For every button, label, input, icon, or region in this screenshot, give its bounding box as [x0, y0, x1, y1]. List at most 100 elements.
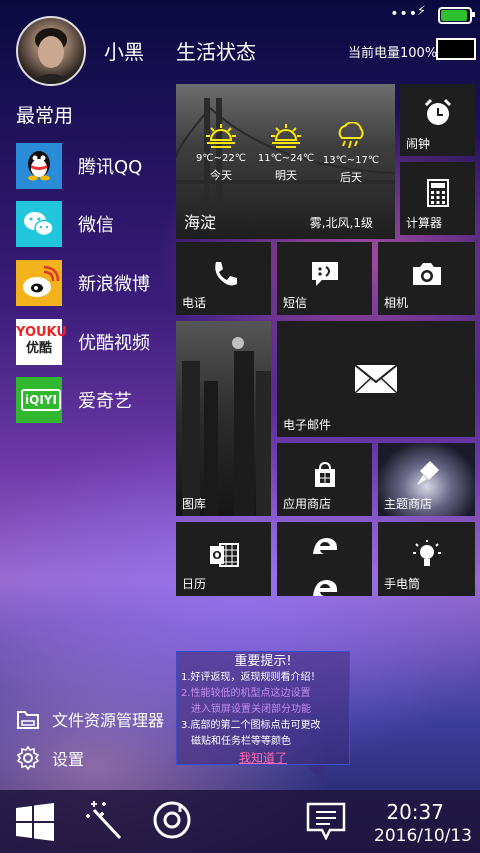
- tip-line: 1.好评返现，返现规则看介绍！: [181, 672, 321, 683]
- clock-time[interactable]: 20:37: [386, 800, 444, 824]
- weather-tile[interactable]: 9℃~22℃ 今天 11℃~24℃ 明天 13℃~17℃ 后天 海淀 雾,北风,…: [176, 84, 395, 239]
- iqiyi-logo: iQIYI: [21, 389, 61, 411]
- tile-label: 计算器: [406, 216, 443, 230]
- alarm-clock-icon: [424, 98, 451, 125]
- battery-icon: [438, 7, 475, 24]
- weather-day: 今天: [210, 169, 232, 182]
- settings-link[interactable]: 设置: [16, 743, 84, 773]
- tile-calendar[interactable]: O 日历: [176, 522, 271, 596]
- tile-label: 相机: [384, 296, 409, 310]
- signal-dots: •••: [390, 6, 418, 22]
- paint-brush-icon: [417, 460, 440, 485]
- sms-icon: [311, 262, 338, 287]
- calculator-icon: [426, 178, 449, 207]
- calendar-icon: O: [209, 542, 239, 567]
- youku-logo-text: YOUKU: [16, 325, 67, 340]
- tile-gallery[interactable]: 图库: [176, 321, 271, 516]
- clock-date[interactable]: 2016/10/13: [374, 826, 472, 846]
- tile-calculator[interactable]: 计算器: [400, 162, 475, 235]
- app-label: 优酷视频: [78, 333, 150, 354]
- app-item-qq[interactable]: 腾讯QQ: [16, 142, 186, 190]
- frequent-apps-title: 最常用: [16, 105, 74, 127]
- tip-line: 2.性能较低的机型点这边设置: [181, 688, 311, 699]
- app-label: 微信: [78, 215, 114, 236]
- store-bag-icon: [314, 462, 335, 488]
- tile-label: 图库: [182, 497, 207, 511]
- weather-temp: 9℃~22℃: [196, 153, 246, 164]
- tile-app-store[interactable]: 应用商店: [277, 443, 372, 516]
- phone-icon: [214, 262, 237, 286]
- sun-icon: [271, 124, 301, 148]
- weibo-icon: [16, 260, 62, 306]
- tile-label: 主题商店: [384, 497, 433, 511]
- rain-icon: [338, 121, 364, 149]
- camera-icon: [412, 263, 441, 286]
- weather-city: 海淀: [184, 213, 217, 232]
- youku-icon: YOUKU 优酷: [16, 319, 67, 365]
- tile-email[interactable]: 电子邮件: [277, 321, 475, 437]
- tip-popup: 重要提示! 1.好评返现，返现规则看介绍！ 2.性能较低的机型点这边设置 进入锁…: [176, 651, 350, 765]
- tip-ok-button[interactable]: 我知道了: [181, 750, 345, 766]
- weather-temp: 13℃~17℃: [322, 155, 380, 166]
- file-manager-label: 文件资源管理器: [52, 711, 165, 730]
- qq-icon: [16, 143, 62, 189]
- music-disc-icon[interactable]: [152, 800, 192, 840]
- tile-alarm[interactable]: 闹钟: [400, 84, 475, 156]
- status-title[interactable]: 生活状态: [176, 36, 256, 65]
- tip-line: 3.底部的第二个图标点击可更改: [181, 720, 321, 731]
- tile-label: 手电筒: [384, 577, 421, 591]
- tip-pointer: [306, 765, 324, 783]
- tile-label: 应用商店: [283, 497, 332, 511]
- notification-center-icon[interactable]: [306, 802, 346, 840]
- weather-condition: 雾,北风,1级: [309, 216, 373, 230]
- folder-icon: [17, 711, 39, 729]
- app-label: 爱奇艺: [78, 391, 132, 412]
- mail-icon: [354, 364, 398, 394]
- battery-label: 当前电量100%: [348, 46, 438, 61]
- battery-widget-icon: [436, 38, 476, 60]
- gear-icon: [16, 746, 40, 770]
- weather-day-today: 9℃~22℃ 今天: [191, 122, 251, 183]
- browser-edge-icon: [313, 538, 338, 554]
- tile-camera[interactable]: 相机: [378, 242, 475, 315]
- youku-logo-cn: 优酷: [25, 341, 52, 356]
- tile-label: 电子邮件: [283, 418, 332, 432]
- charging-icon: ⚡: [416, 4, 426, 19]
- lightbulb-icon: [412, 539, 441, 566]
- app-item-iqiyi[interactable]: iQIYI 爱奇艺: [16, 376, 186, 424]
- tile-flashlight[interactable]: 手电筒: [378, 522, 475, 596]
- svg-text:O: O: [212, 549, 221, 562]
- tile-label: 短信: [283, 296, 308, 310]
- tip-line: 进入锁屏设置关闭部分功能: [191, 704, 311, 715]
- username[interactable]: 小黑: [104, 36, 144, 65]
- tip-title: 重要提示!: [234, 654, 292, 669]
- tile-theme-store[interactable]: 主题商店: [378, 443, 475, 516]
- tile-label: 日历: [182, 577, 207, 591]
- tile-label: 闹钟: [406, 137, 431, 151]
- settings-label: 设置: [52, 750, 85, 769]
- file-manager-link[interactable]: 文件资源管理器: [16, 704, 164, 734]
- app-label: 腾讯QQ: [78, 157, 143, 178]
- tip-line: 磁贴和任务栏等等颜色: [191, 736, 291, 747]
- tile-label: 电话: [182, 296, 207, 310]
- battery-level-fill: [441, 10, 467, 21]
- app-item-wechat[interactable]: 微信: [16, 200, 186, 248]
- weather-day: 明天: [275, 169, 297, 182]
- app-item-weibo[interactable]: 新浪微博: [16, 259, 186, 307]
- tile-browser[interactable]: [277, 522, 372, 596]
- iqiyi-icon: iQIYI: [16, 377, 62, 423]
- app-item-youku[interactable]: YOUKU 优酷 优酷视频: [16, 318, 186, 366]
- tile-sms[interactable]: 短信: [277, 242, 372, 315]
- magic-wand-icon[interactable]: [86, 800, 124, 840]
- weather-day-tomorrow: 11℃~24℃ 明天: [256, 122, 316, 183]
- weather-day-after: 13℃~17℃ 后天: [321, 121, 381, 185]
- avatar[interactable]: [16, 16, 86, 86]
- app-label: 新浪微博: [78, 274, 150, 295]
- city-background-image: [182, 337, 271, 516]
- wechat-icon: [16, 201, 62, 247]
- tile-phone[interactable]: 电话: [176, 242, 271, 315]
- weather-day: 后天: [340, 171, 362, 184]
- windows-start-icon[interactable]: [16, 803, 54, 841]
- weather-temp: 11℃~24℃: [257, 153, 315, 164]
- browser-edge-icon-secondary: [313, 580, 338, 596]
